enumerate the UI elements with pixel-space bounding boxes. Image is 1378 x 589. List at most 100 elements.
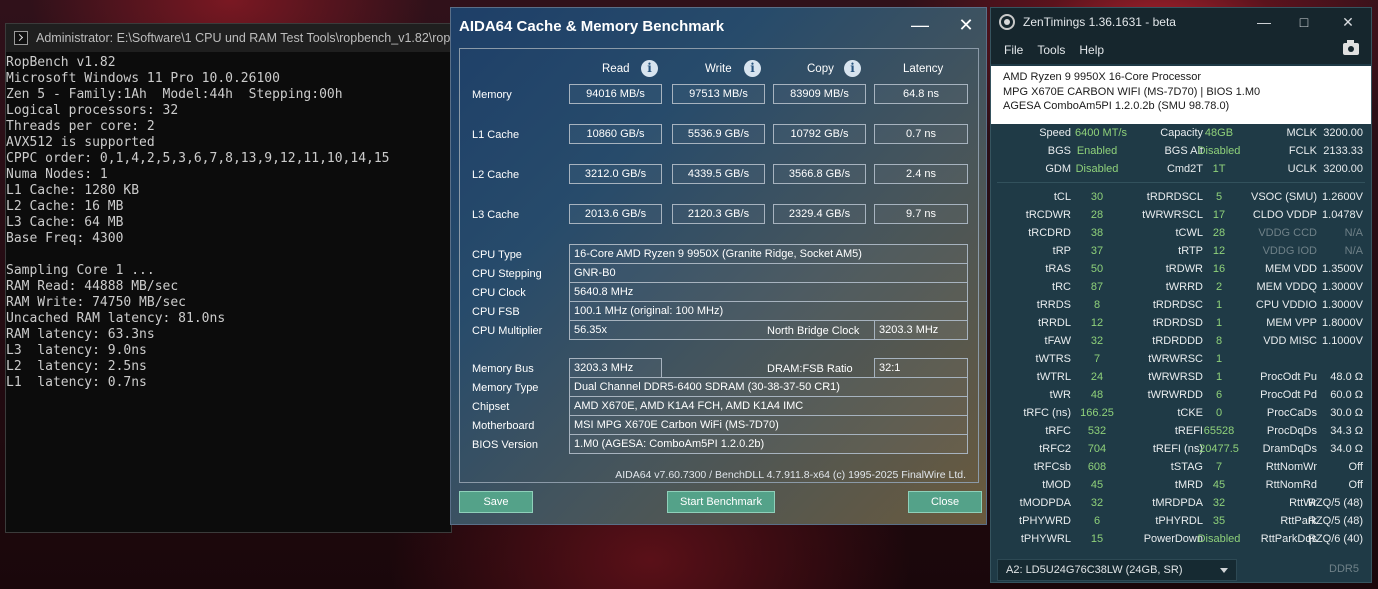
l3-copy: 2329.4 GB/s	[773, 204, 866, 224]
console-line: AVX512 is supported	[6, 135, 155, 150]
timing-value: 1.3500V	[1322, 263, 1363, 275]
timing-label: tWRWRDD	[1147, 389, 1203, 401]
memory-module-select[interactable]: A2: LD5U24G76C38LW (24GB, SR)	[997, 559, 1237, 581]
timing-label: MEM VDDQ	[1256, 281, 1318, 293]
minimize-icon[interactable]: —	[1253, 11, 1275, 33]
timing-value: 2133.33	[1323, 145, 1363, 157]
timing-value: 38	[1090, 227, 1104, 239]
timing-label: ProcDqDs	[1266, 425, 1317, 437]
menu-tools[interactable]: Tools	[1037, 43, 1065, 57]
timing-label: tWRWRSC	[1148, 353, 1203, 365]
timing-value: 32	[1090, 497, 1104, 509]
timing-label: tWTRL	[1036, 371, 1071, 383]
timing-label: tRC	[1052, 281, 1071, 293]
timing-label: tREFI	[1174, 425, 1203, 437]
zentimings-titlebar[interactable]: ZenTimings 1.36.1631 - beta — □ ✕	[991, 8, 1371, 36]
close-button[interactable]: Close	[908, 491, 982, 513]
save-button[interactable]: Save	[459, 491, 533, 513]
motherboard-value: MSI MPG X670E Carbon WiFi (MS-7D70)	[569, 415, 968, 435]
timing-label: tSTAG	[1170, 461, 1203, 473]
section-divider	[997, 182, 1365, 183]
bios-label: BIOS Version	[472, 439, 539, 451]
cpu-clock-label: CPU Clock	[472, 287, 526, 299]
l3-read: 2013.6 GB/s	[569, 204, 662, 224]
console-window[interactable]: Administrator: E:\Software\1 CPU und RAM…	[5, 23, 452, 533]
console-line: L2 Cache: 16 MB	[6, 199, 124, 214]
timing-label: RttParkDqs	[1260, 533, 1317, 545]
l2-copy: 3566.8 GB/s	[773, 164, 866, 184]
memory-bus-label: Memory Bus	[472, 363, 534, 375]
console-line: Logical processors: 32	[6, 103, 179, 118]
timing-value: Disabled	[1075, 163, 1119, 175]
timing-value: 24	[1090, 371, 1104, 383]
cpu-multiplier-text: 56.35x	[574, 324, 608, 336]
console-line: Threads per core: 2	[6, 119, 155, 134]
start-benchmark-button[interactable]: Start Benchmark	[667, 491, 775, 513]
timing-value: RZQ/5 (48)	[1307, 515, 1363, 527]
timing-label: tREFI (ns)	[1152, 443, 1203, 455]
console-line: RAM Write: 74750 MB/sec	[6, 295, 187, 310]
timing-value: 37	[1090, 245, 1104, 257]
console-line: Numa Nodes: 1	[6, 167, 108, 182]
cpu-fsb-value: 100.1 MHz (original: 100 MHz)	[569, 301, 968, 321]
timing-label: MCLK	[1286, 127, 1317, 139]
timing-value: 1.3000V	[1322, 299, 1363, 311]
timing-label: tRDRDDD	[1152, 335, 1203, 347]
read-info-icon[interactable]: i	[641, 60, 658, 77]
console-line: L3 Cache: 64 MB	[6, 215, 124, 230]
close-icon[interactable]: ✕	[955, 14, 977, 36]
timing-value: 1.0478V	[1322, 209, 1363, 221]
timing-value: 48.0 Ω	[1330, 371, 1363, 383]
ddr-type: DDR5	[1329, 563, 1359, 575]
header-write: Write	[705, 63, 732, 75]
timing-label: tRCDWR	[1025, 209, 1071, 221]
zentimings-window[interactable]: ZenTimings 1.36.1631 - beta — □ ✕ File T…	[990, 7, 1372, 583]
timing-label: PowerDown	[1143, 533, 1203, 545]
write-info-icon[interactable]: i	[744, 60, 761, 77]
timing-label: tPHYWRD	[1019, 515, 1071, 527]
minimize-icon[interactable]: —	[909, 14, 931, 36]
timing-label: tRFC	[1045, 425, 1071, 437]
timing-value: 30.0 Ω	[1330, 407, 1363, 419]
l2-write: 4339.5 GB/s	[672, 164, 765, 184]
timing-label: tRP	[1052, 245, 1071, 257]
timing-label: tWRWRSCL	[1142, 209, 1203, 221]
timing-value: 48	[1090, 389, 1104, 401]
menu-file[interactable]: File	[1004, 43, 1023, 57]
timing-value: 15	[1090, 533, 1104, 545]
close-icon[interactable]: ✕	[1337, 11, 1359, 33]
timing-label: RttWr	[1289, 497, 1317, 509]
memory-type-label: Memory Type	[472, 382, 539, 394]
console-line: RopBench v1.82	[6, 55, 116, 70]
console-line: L1 latency: 0.7ns	[6, 375, 147, 390]
console-output[interactable]: RopBench v1.82 Microsoft Windows 11 Pro 1…	[6, 52, 451, 391]
timing-value: 1.1000V	[1322, 335, 1363, 347]
timing-value: 12	[1090, 317, 1104, 329]
timing-value: 28	[1090, 209, 1104, 221]
timing-value: 1.3000V	[1322, 281, 1363, 293]
copy-info-icon[interactable]: i	[844, 60, 861, 77]
timing-value: 30	[1090, 191, 1104, 203]
dram-fsb-value: 32:1	[874, 358, 968, 378]
screenshot-camera-icon[interactable]	[1343, 40, 1359, 55]
cpu-fsb-label: CPU FSB	[472, 306, 520, 318]
timing-value: 6	[1093, 515, 1101, 527]
timing-label: tPHYRDL	[1155, 515, 1203, 527]
timing-value: 608	[1087, 461, 1107, 473]
console-titlebar[interactable]: Administrator: E:\Software\1 CPU und RAM…	[6, 24, 451, 52]
module-selected: A2: LD5U24G76C38LW (24GB, SR)	[1006, 564, 1183, 576]
maximize-icon[interactable]: □	[1293, 11, 1315, 33]
timing-label: tCL	[1053, 191, 1071, 203]
timing-label: tWRWRSD	[1148, 371, 1203, 383]
cpu-stepping-label: CPU Stepping	[472, 268, 542, 280]
menu-help[interactable]: Help	[1079, 43, 1104, 57]
cpu-multiplier-label: CPU Multiplier	[472, 325, 543, 337]
timing-label: tMRDPDA	[1152, 497, 1203, 509]
timing-value: 532	[1087, 425, 1107, 437]
timing-value: Enabled	[1076, 145, 1118, 157]
aida64-window[interactable]: AIDA64 Cache & Memory Benchmark — ✕ Read…	[450, 7, 987, 525]
chipset-label: Chipset	[472, 401, 510, 413]
cpu-name: AMD Ryzen 9 9950X 16-Core Processor	[1003, 71, 1202, 83]
timing-label: tCKE	[1177, 407, 1203, 419]
console-line: Uncached RAM latency: 81.0ns	[6, 311, 226, 326]
